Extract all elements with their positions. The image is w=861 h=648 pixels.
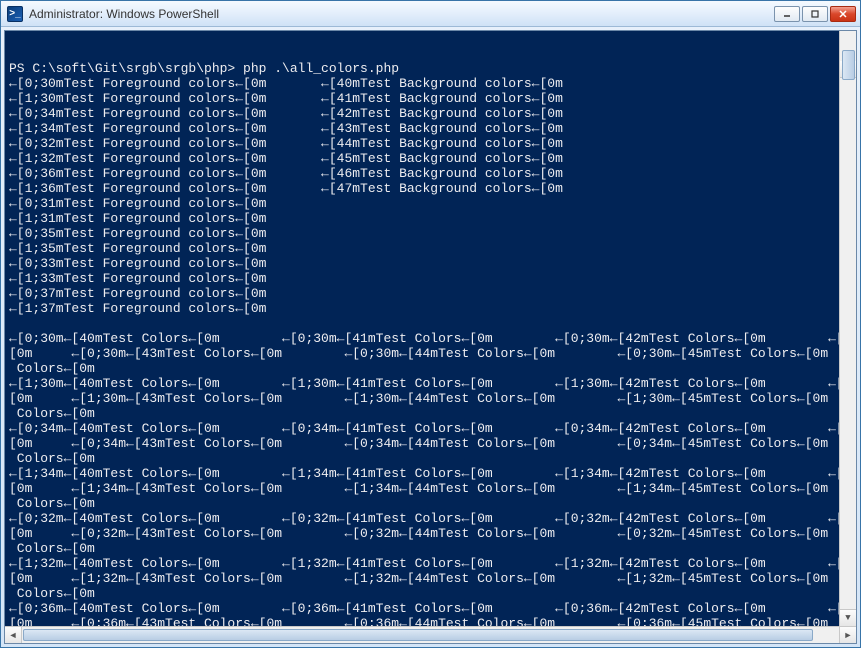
horizontal-scroll-thumb[interactable] — [23, 629, 813, 641]
titlebar[interactable]: >_ Administrator: Windows PowerShell — [1, 1, 860, 27]
horizontal-scrollbar[interactable]: ◄ ► — [5, 626, 856, 643]
minimize-button[interactable] — [774, 6, 800, 22]
maximize-icon — [810, 9, 820, 19]
powershell-window: >_ Administrator: Windows PowerShell PS … — [0, 0, 861, 648]
scroll-right-arrow-icon[interactable]: ► — [839, 627, 856, 643]
vertical-scroll-thumb[interactable] — [842, 50, 855, 80]
terminal-output: PS C:\soft\Git\srgb\srgb\php> php .\all_… — [9, 61, 852, 626]
minimize-icon — [782, 9, 792, 19]
powershell-icon: >_ — [7, 6, 23, 22]
window-title: Administrator: Windows PowerShell — [29, 7, 774, 21]
close-button[interactable] — [830, 6, 856, 22]
vertical-scrollbar[interactable]: ▲ ▼ — [839, 31, 856, 626]
client-area: PS C:\soft\Git\srgb\srgb\php> php .\all_… — [4, 30, 857, 644]
close-icon — [838, 9, 848, 19]
terminal[interactable]: PS C:\soft\Git\srgb\srgb\php> php .\all_… — [5, 31, 856, 626]
window-buttons — [774, 6, 856, 22]
scroll-down-arrow-icon[interactable]: ▼ — [840, 609, 856, 626]
maximize-button[interactable] — [802, 6, 828, 22]
scroll-left-arrow-icon[interactable]: ◄ — [5, 627, 22, 643]
horizontal-scroll-track[interactable] — [23, 629, 838, 641]
